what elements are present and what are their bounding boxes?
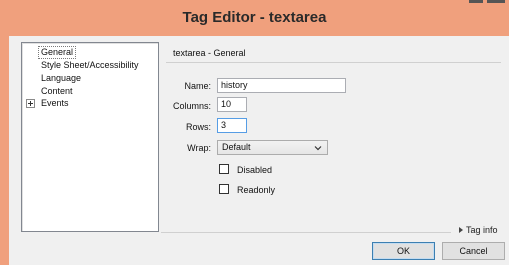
- rows-label: Rows:: [185, 122, 211, 132]
- rows-input[interactable]: 3: [217, 118, 247, 133]
- section-divider: [166, 62, 501, 63]
- dialog-body: General Style Sheet/Accessibility Langua…: [9, 36, 509, 265]
- category-tree[interactable]: General Style Sheet/Accessibility Langua…: [21, 42, 159, 232]
- wrap-select-value: Default: [222, 142, 251, 152]
- ok-button[interactable]: OK: [372, 242, 435, 260]
- wrap-label: Wrap:: [187, 143, 211, 153]
- footer-divider: [161, 232, 451, 233]
- tag-info-toggle[interactable]: Tag info: [459, 225, 498, 235]
- wrap-select[interactable]: Default: [217, 140, 328, 155]
- tree-item-language[interactable]: Language: [39, 73, 83, 84]
- window-controls-fragment: [465, 0, 509, 4]
- readonly-label[interactable]: Readonly: [237, 185, 275, 195]
- window-title: Tag Editor - textarea: [182, 9, 327, 26]
- expand-arrow-icon: [459, 227, 463, 233]
- cancel-button[interactable]: Cancel: [442, 242, 505, 260]
- tree-item-content[interactable]: Content: [39, 86, 75, 97]
- name-input[interactable]: history: [217, 78, 346, 93]
- tree-item-events[interactable]: Events: [39, 98, 71, 109]
- section-title: textarea - General: [173, 48, 246, 58]
- chevron-down-icon: [314, 146, 322, 151]
- window-edge: [0, 36, 9, 265]
- columns-label: Columns:: [172, 101, 211, 111]
- tag-info-label: Tag info: [466, 225, 498, 235]
- disabled-checkbox[interactable]: [219, 164, 229, 174]
- name-label: Name:: [184, 81, 211, 91]
- title-bar[interactable]: Tag Editor - textarea: [0, 0, 509, 36]
- tree-item-general[interactable]: General: [37, 46, 77, 59]
- expand-plus-icon[interactable]: [26, 99, 35, 108]
- disabled-label[interactable]: Disabled: [237, 165, 272, 175]
- columns-input[interactable]: 10: [217, 97, 247, 112]
- readonly-checkbox[interactable]: [219, 184, 229, 194]
- tree-item-style-sheet-accessibility[interactable]: Style Sheet/Accessibility: [39, 60, 141, 71]
